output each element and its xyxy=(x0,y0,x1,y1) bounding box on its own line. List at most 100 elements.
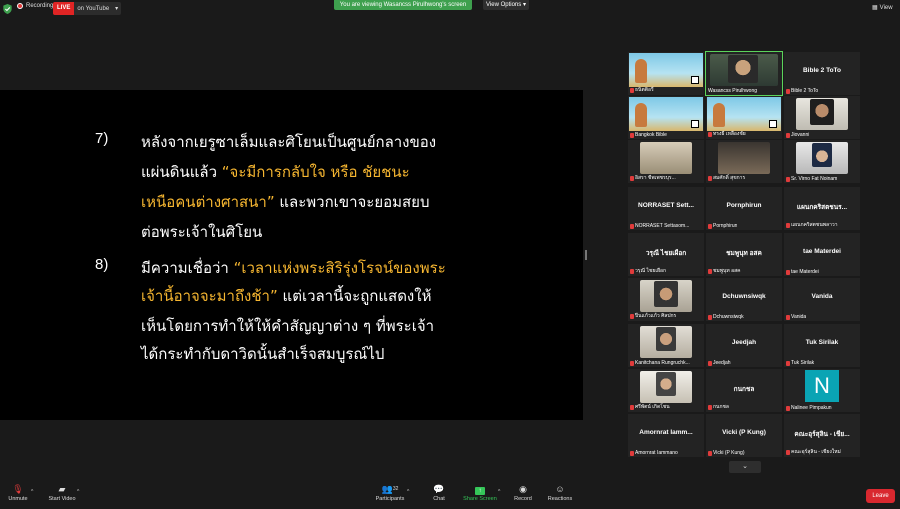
share-options-caret-icon[interactable]: ^ xyxy=(498,489,500,495)
participant-name: Wasancss Pirulhwong xyxy=(708,88,757,94)
muted-mic-icon xyxy=(786,176,790,182)
chat-label: Chat xyxy=(433,496,445,502)
participant-label: Tuk Sirilak xyxy=(791,360,815,366)
participant-tile[interactable]: Amornrat Iamm... Amornrat Iammano xyxy=(628,414,704,457)
video-options-caret-icon[interactable]: ^ xyxy=(77,489,79,495)
participant-tile[interactable]: อิสรา ชีพเพชรบุร... xyxy=(628,140,704,183)
reactions-button[interactable]: ☺ Reactions xyxy=(546,484,574,502)
record-button[interactable]: ◉ Record xyxy=(511,484,535,502)
participant-tile[interactable]: Pornphirun Pornphirun xyxy=(706,187,782,230)
zoom-meeting-window: Recording LIVE on YouTube ▾ You are view… xyxy=(0,0,900,509)
participant-tile[interactable]: กนกชล กนกชล xyxy=(706,369,782,412)
participant-tile[interactable]: NORRASET Sett... NORRASET Settasom... xyxy=(628,187,704,230)
muted-mic-icon xyxy=(786,269,790,275)
participant-tile[interactable]: ธนิตติอรี่ xyxy=(628,52,704,95)
participant-tile[interactable]: Jiovanni xyxy=(784,96,860,139)
participant-tile[interactable]: Dchuwnsiwqk Dchuwnsiwqk xyxy=(706,278,782,321)
muted-mic-icon xyxy=(630,313,634,319)
participant-label: ชมพูนุท อสค xyxy=(713,268,741,274)
participant-tile[interactable]: Kanitchana Rungruchk... xyxy=(628,324,704,367)
participant-name: NORRASET Settasom... xyxy=(630,223,689,229)
video-feed-slide xyxy=(707,97,781,131)
audio-options-caret-icon[interactable]: ^ xyxy=(31,489,33,495)
participant-tile[interactable]: tae Materdei tae Materdei xyxy=(784,233,860,276)
participant-tile[interactable]: ชมพูนุท อสค ชมพูนุท อสค xyxy=(706,233,782,276)
item-number-8: 8) xyxy=(95,256,109,273)
participant-tile[interactable]: ปิ่นแก้วแก้ว ศิลปกร xyxy=(628,278,704,321)
participant-tile[interactable]: Bible 2 ToTo Bible 2 ToTo xyxy=(784,52,860,95)
participant-tile[interactable]: สมศักดิ์ สุขการ xyxy=(706,140,782,183)
participant-tile-active-speaker[interactable]: Wasancss Pirulhwong xyxy=(705,51,783,96)
participant-name: Jeedjah xyxy=(708,360,731,366)
live-badge: LIVE xyxy=(53,2,75,15)
muted-mic-icon xyxy=(708,360,712,366)
participant-name: Tuk Sirilak xyxy=(786,360,814,366)
participant-tile[interactable]: คณะอุร์สุลิน - เชีย... คณะอุร์สุลิน - เช… xyxy=(784,414,860,457)
participant-name: Bible 2 ToTo xyxy=(786,88,818,94)
muted-mic-icon xyxy=(786,88,790,94)
slide-text: มีความเชื่อว่า xyxy=(141,259,234,277)
participant-name: ปิ่นแก้วแก้ว ศิลปกร xyxy=(630,312,676,320)
participant-name: Pornphirun xyxy=(708,223,737,229)
participant-name: Amornrat Iammano xyxy=(630,450,678,456)
chat-button[interactable]: 💬 Chat xyxy=(428,484,450,502)
view-button[interactable]: ▦ View xyxy=(872,4,893,12)
video-feed xyxy=(718,142,770,174)
recording-label: Recording xyxy=(26,3,54,9)
video-feed-slide xyxy=(629,97,703,131)
gallery-next-page-button[interactable]: ⌄ xyxy=(729,461,761,473)
recording-indicator[interactable]: Recording xyxy=(17,3,53,9)
share-screen-icon: ↑ xyxy=(462,484,498,495)
participant-name: Vicki (P Kung) xyxy=(708,450,745,456)
participant-tile[interactable]: แผนกคริสตชนร... แผนกคริสตชนพลาวา xyxy=(784,187,860,230)
participant-label: ศรีพัตน์ เกิดโชน xyxy=(635,404,670,410)
reactions-label: Reactions xyxy=(547,496,573,502)
live-stream-menu[interactable]: LIVE on YouTube ▾ xyxy=(53,2,122,15)
participant-name: คณะอุร์สุลิน - เชียงใหม่ xyxy=(786,448,841,456)
participants-options-caret-icon[interactable]: ^ xyxy=(407,489,409,495)
muted-mic-icon xyxy=(630,175,634,181)
slide-highlight: “จะมีการกลับใจ หรือ ชัยชนะ xyxy=(221,163,410,181)
participant-center-name: วรุณี ไชยเผือก xyxy=(645,250,687,257)
participant-name: tae Materdei xyxy=(786,269,819,275)
muted-mic-icon xyxy=(786,222,790,228)
participant-label: ธนิตติอรี่ xyxy=(635,87,654,93)
slide-line-8: ได้กระทำกับดาวิดนั้นสำเร็จสมบูรณ์ไป xyxy=(141,345,385,363)
leave-button[interactable]: Leave xyxy=(866,489,895,503)
muted-mic-icon xyxy=(708,404,712,410)
participant-tile[interactable]: Bangkok Bible xyxy=(628,96,704,139)
participant-tile[interactable]: Sr. Virno Fat Noinam xyxy=(784,140,860,183)
participant-center-name: ชมพูนุท อสค xyxy=(726,250,762,257)
grid-view-icon: ▦ xyxy=(872,5,878,11)
participant-label: Dchuwnsiwqk xyxy=(713,314,744,320)
participant-label: แผนกคริสตชนพลาวา xyxy=(791,222,838,228)
participant-tile[interactable]: Jeedjah Jeedjah xyxy=(706,324,782,367)
participant-tile[interactable]: Tuk Sirilak Tuk Sirilak xyxy=(784,324,860,367)
participant-tile[interactable]: ทรงธี เหลืองชัย xyxy=(706,96,782,139)
record-icon: ◉ xyxy=(519,484,527,494)
share-screen-button[interactable]: ↑ Share Screen xyxy=(462,484,498,502)
participant-label: ปิ่นแก้วแก้ว ศิลปกร xyxy=(635,313,677,319)
participant-tile[interactable]: Vanida Vanida xyxy=(784,278,860,321)
participants-label: Participants xyxy=(375,496,405,502)
unmute-button[interactable]: 🎙 Unmute xyxy=(6,484,30,502)
participant-tile[interactable]: วรุณี ไชยเผือก วรุณี ไชยเผือก xyxy=(628,233,704,276)
participant-label: ทรงธี เหลืองชัย xyxy=(713,131,746,137)
start-video-label: Start Video xyxy=(48,496,76,502)
participant-label: tae Materdei xyxy=(791,269,819,275)
item-number-7: 7) xyxy=(95,130,109,147)
participant-label: Vanida xyxy=(791,314,807,320)
view-options-button[interactable]: View Options ▾ xyxy=(483,0,529,10)
participant-name: อิสรา ชีพเพชรบุร... xyxy=(630,174,676,182)
split-divider-handle[interactable] xyxy=(585,250,587,260)
video-feed-slide xyxy=(629,53,703,87)
slide-line-5: มีความเชื่อว่า “เวลาแห่งพระสิริรุ่งโรจน์… xyxy=(141,256,446,280)
participants-button[interactable]: 👥32 Participants xyxy=(373,484,407,502)
participant-name: Kanitchana Rungruchk... xyxy=(630,360,690,366)
security-shield-icon[interactable] xyxy=(3,4,12,14)
start-video-button[interactable]: ▰ Start Video xyxy=(44,484,80,502)
participant-tile[interactable]: ศรีพัตน์ เกิดโชน xyxy=(628,369,704,412)
slide-highlight: เจ้านี้อาจจะมาถึงช้า” xyxy=(141,287,278,305)
participant-tile[interactable]: N Nalinee Pimpakun xyxy=(784,369,860,412)
participant-tile[interactable]: Vicki (P Kung) Vicki (P Kung) xyxy=(706,414,782,457)
